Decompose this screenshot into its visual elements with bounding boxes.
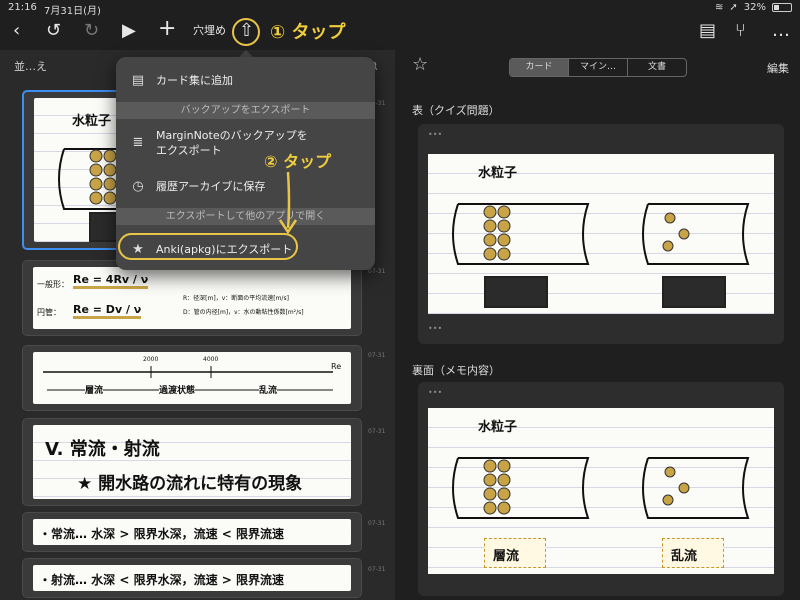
legend-line-2: D：管の内径[m]，ν：水の動粘性係数[m²/s] (183, 309, 304, 316)
menu-label: 履歴アーカイブに保存 (156, 180, 266, 193)
pipe-form-formula: Re = Dv / ν (73, 303, 142, 319)
subcritical-flow-text: ・常流… 水深 > 限界水深，流速 < 限界流速 (39, 527, 284, 541)
front-dots-bottom: ••• (428, 324, 443, 333)
front-cloze-mask-2[interactable] (662, 276, 726, 308)
back-answer-laminar: 層流 (484, 538, 546, 568)
card-date: 07-31 (368, 566, 386, 573)
view-segmented-control: カード マイン… 文書 (509, 58, 687, 77)
export-section-header: エクスポートして他のアプリで開く (116, 208, 375, 225)
play-icon[interactable]: ▶ (122, 20, 136, 42)
tick-2000: 2000 (143, 356, 159, 363)
note-card-3[interactable]: 2000 4000 Re 層流 過渡状態 乱流 (22, 345, 362, 411)
front-title: 表（クイズ問題） (412, 104, 500, 117)
reynolds-number-line (43, 366, 333, 391)
tick-4000: 4000 (203, 356, 219, 363)
share-highlight-circle (232, 18, 260, 46)
note-paper: ・常流… 水深 > 限界水深，流速 < 限界流速 (33, 519, 351, 545)
tab-mindmap[interactable]: マイン… (569, 59, 628, 76)
back-pipe-drawings (452, 457, 750, 519)
status-date: 7月31日(月) (44, 6, 101, 17)
general-form-formula: Re = 4Rv / ν (73, 273, 149, 289)
note-card-5[interactable]: ・常流… 水深 > 限界水深，流速 < 限界流速 (22, 512, 362, 552)
card-date: 07-31 (368, 520, 386, 527)
app-root: 21:16 7月31日(月) ≋ ➚ 32% ‹ ↺ ↻ ▶ + ▤ ⑂ … 穴… (0, 0, 800, 600)
back-turbulent-text: 乱流 (671, 549, 698, 564)
card-date: 07-31 (368, 268, 386, 275)
clock-icon: ◷ (132, 178, 144, 194)
location-icon: ➚ (729, 2, 738, 13)
pipe-form-prefix: 円管： (37, 308, 61, 317)
document-icon[interactable]: ▤ (699, 20, 716, 42)
sort-label[interactable]: 並…え (14, 58, 47, 74)
back-dots: ••• (428, 388, 443, 397)
more-icon[interactable]: … (772, 20, 790, 42)
annotation-arrow (278, 171, 298, 235)
note-paper: 2000 4000 Re 層流 過渡状態 乱流 (33, 352, 351, 404)
backup-section-header: バックアップをエクスポート (116, 102, 375, 119)
status-time: 21:16 (8, 2, 37, 13)
menu-label: MarginNoteのバックアップを (156, 129, 308, 142)
laminar-label: 層流 (85, 383, 104, 396)
backup-icon: ≣ (132, 135, 144, 150)
general-form-prefix: 一般形： (37, 280, 69, 289)
menu-label: エクスポート (156, 144, 222, 157)
card-date: 07-31 (368, 428, 386, 435)
back-answer-turbulent: 乱流 (662, 538, 724, 568)
tab-document[interactable]: 文書 (628, 59, 686, 76)
toolbar: ‹ ↺ ↻ ▶ + ▤ ⑂ … (0, 16, 800, 48)
section-title: V. 常流・射流 (45, 439, 160, 460)
back-laminar-text: 層流 (493, 549, 520, 564)
back-card-box: ••• 水粒子 層流 乱流 (418, 382, 784, 596)
back-icon[interactable]: ‹ (13, 20, 20, 42)
note-card-2[interactable]: 一般形： Re = 4Rv / ν 円管： Re = Dv / ν R：径深[m… (22, 260, 362, 336)
re-label: Re (331, 362, 342, 371)
status-right: ≋ ➚ 32% (715, 2, 792, 13)
transition-label: 過渡状態 (159, 383, 196, 396)
mindmap-icon[interactable]: ⑂ (735, 20, 746, 42)
note-paper: ・射流… 水深 < 限界水深，流速 > 限界流速 (33, 565, 351, 591)
wifi-icon: ≋ (714, 2, 724, 13)
water-particle-label: 水粒子 (72, 114, 112, 129)
status-bar: 21:16 7月31日(月) ≋ ➚ 32% (0, 0, 800, 17)
menu-item-marginnote-backup[interactable]: ≣ MarginNoteのバックアップを エクスポート (116, 127, 375, 159)
clipboard-icon: ▤ (131, 72, 145, 88)
back-water-label: 水粒子 (478, 420, 518, 435)
add-icon[interactable]: + (158, 18, 176, 40)
turbulent-label: 乱流 (259, 383, 278, 396)
supercritical-flow-text: ・射流… 水深 < 限界水深，流速 > 限界流速 (39, 573, 284, 587)
note-card-6[interactable]: ・射流… 水深 < 限界水深，流速 > 限界流速 (22, 558, 362, 598)
cloze-button[interactable]: 穴埋め (193, 22, 226, 38)
front-dots: ••• (428, 130, 443, 139)
front-card-box: ••• 水粒子 ••• (418, 124, 784, 344)
front-water-label: 水粒子 (478, 166, 518, 181)
menu-item-add-to-deck[interactable]: ▤ カード集に追加 (116, 69, 375, 91)
undo-icon[interactable]: ↺ (46, 20, 61, 42)
front-paper: 水粒子 (428, 154, 774, 314)
battery-text: 32% (743, 2, 766, 13)
menu-label: カード集に追加 (156, 74, 233, 87)
tab-card[interactable]: カード (510, 59, 569, 76)
note-paper: 一般形： Re = 4Rv / ν 円管： Re = Dv / ν R：径深[m… (33, 267, 351, 329)
redo-icon[interactable]: ↻ (84, 20, 99, 42)
battery-icon (772, 3, 792, 12)
note-paper: V. 常流・射流 ★ 開水路の流れに特有の現象 (33, 425, 351, 499)
section-subtitle: ★ 開水路の流れに特有の現象 (77, 474, 303, 494)
back-title: 裏面（メモ内容） (412, 364, 500, 377)
note-card-4[interactable]: V. 常流・射流 ★ 開水路の流れに特有の現象 (22, 418, 362, 506)
star-icon[interactable]: ☆ (412, 54, 428, 75)
menu-item-history-archive[interactable]: ◷ 履歴アーカイブに保存 (116, 175, 375, 197)
back-paper: 水粒子 層流 乱流 (428, 408, 774, 574)
card-date: 07-31 (368, 352, 386, 359)
annotation-tap-2: ② タップ (264, 152, 332, 171)
front-cloze-mask-1[interactable] (484, 276, 548, 308)
edit-button[interactable]: 編集 (767, 60, 789, 76)
annotation-tap-1: ① タップ (270, 22, 346, 43)
legend-line-1: R：径深[m]，v：断面の平均流速[m/s] (183, 295, 289, 302)
